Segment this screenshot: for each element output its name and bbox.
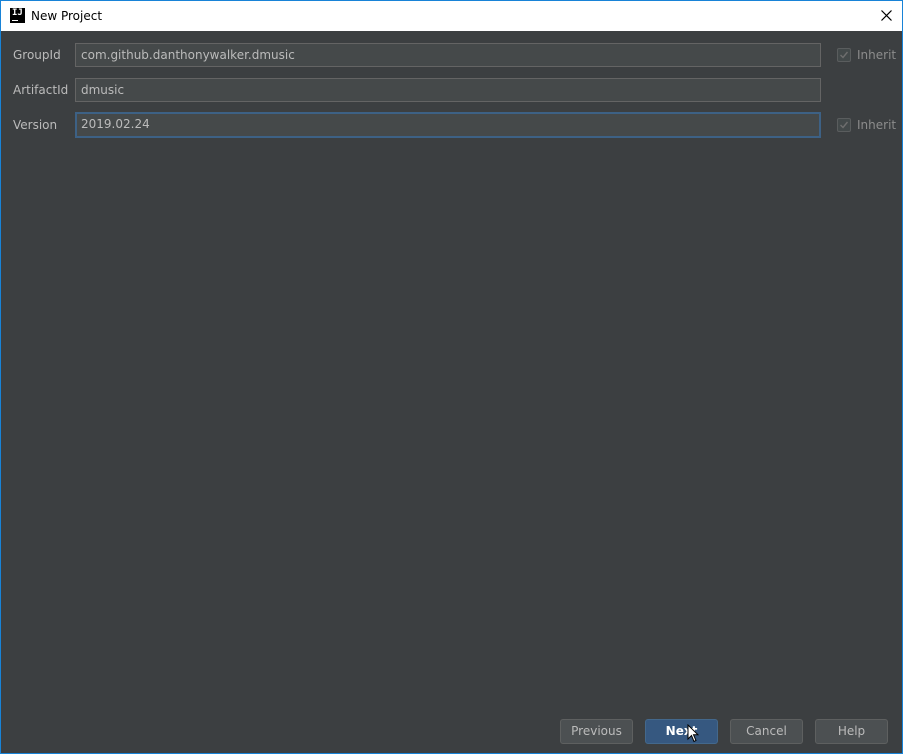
checkmark-icon (840, 121, 849, 129)
version-label: Version (13, 118, 58, 132)
cancel-button[interactable]: Cancel (730, 719, 803, 744)
mouse-cursor-icon (687, 724, 699, 743)
checkmark-icon (840, 51, 849, 59)
intellij-app-icon: IJ (10, 8, 25, 23)
new-project-dialog: IJ New Project GroupId com.github.dantho… (0, 0, 903, 754)
close-button[interactable] (872, 1, 902, 31)
version-inherit-label: Inherit (857, 118, 897, 132)
group-id-field[interactable]: com.github.danthonywalker.dmusic (75, 43, 821, 67)
artifact-id-field[interactable]: dmusic (75, 78, 821, 102)
previous-button[interactable]: Previous (560, 719, 633, 744)
artifact-id-label: ArtifactId (13, 83, 69, 97)
group-id-inherit-label: Inherit (857, 48, 897, 62)
version-inherit-checkbox[interactable] (837, 118, 851, 132)
app-icon-text: IJ (12, 8, 23, 18)
help-button[interactable]: Help (815, 719, 888, 744)
close-icon (881, 10, 892, 21)
title-bar[interactable]: IJ New Project (1, 1, 902, 31)
window-title: New Project (31, 9, 103, 23)
version-field[interactable]: 2019.02.24 (75, 112, 821, 138)
next-button[interactable]: Next (645, 719, 718, 744)
group-id-inherit-checkbox[interactable] (837, 48, 851, 62)
group-id-label: GroupId (13, 48, 61, 62)
dialog-content: GroupId com.github.danthonywalker.dmusic… (1, 31, 902, 753)
